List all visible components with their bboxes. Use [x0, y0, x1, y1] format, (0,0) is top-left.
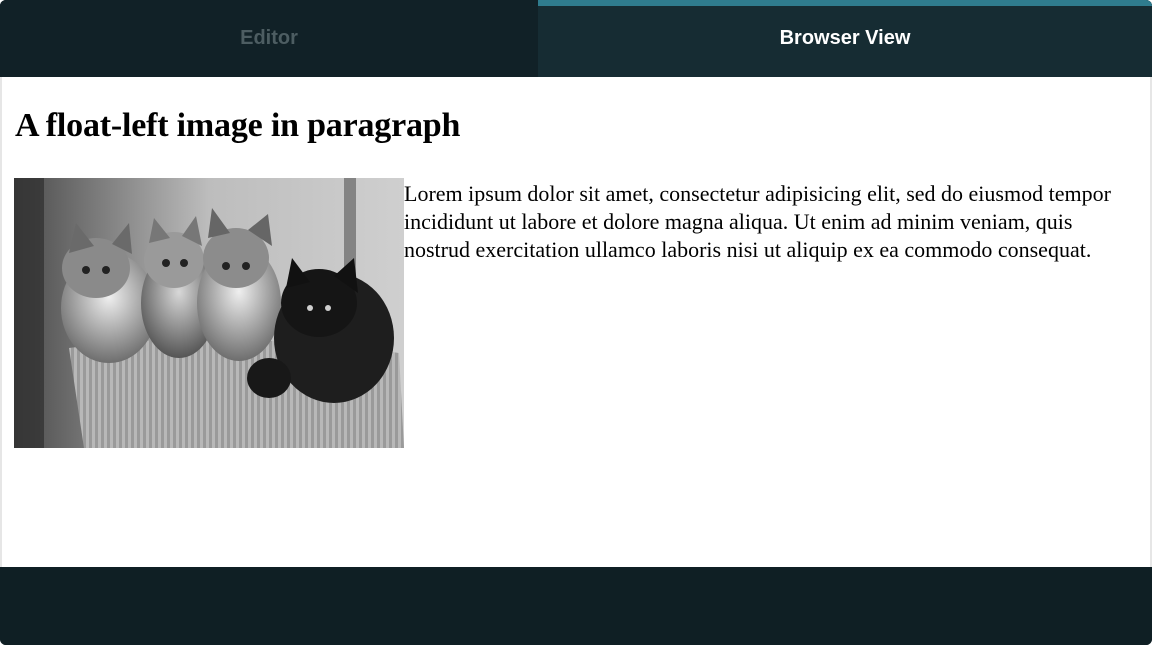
browser-viewport[interactable]: A float-left image in paragraph Lorem ip… [2, 77, 1150, 567]
app-frame: Editor Browser View A float-left image i… [0, 0, 1152, 645]
tab-editor-label: Editor [240, 27, 298, 49]
tab-browser-view-label: Browser View [779, 27, 911, 49]
kittens-image [14, 178, 404, 448]
bottom-bar [0, 567, 1152, 645]
tab-editor[interactable]: Editor [0, 0, 538, 77]
page-heading: A float-left image in paragraph [15, 107, 461, 144]
paragraph-container: Lorem ipsum dolor sit amet, consectetur … [14, 178, 1124, 448]
tab-browser-view[interactable]: Browser View [538, 0, 1152, 77]
tab-bar: Editor Browser View [0, 0, 1152, 77]
